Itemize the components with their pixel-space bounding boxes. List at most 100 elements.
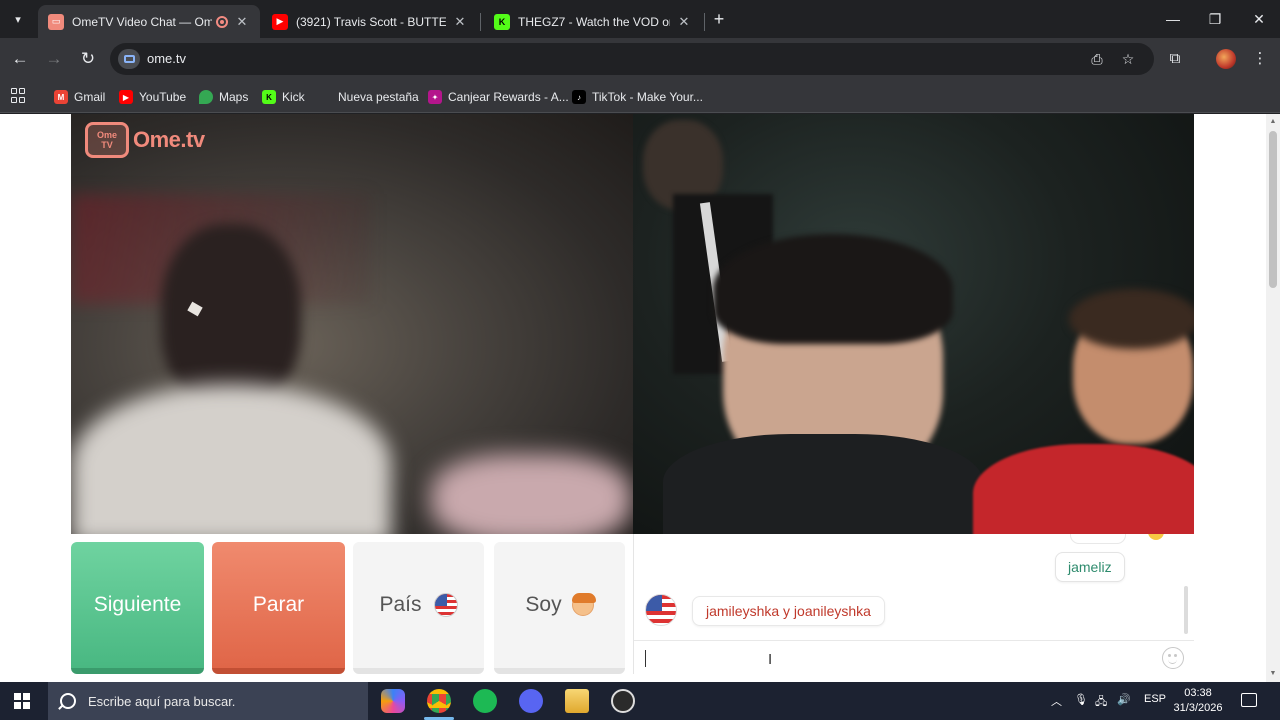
stop-button[interactable]: Parar xyxy=(212,542,345,674)
tv-logo-icon: Ome TV xyxy=(85,122,129,158)
kick-favicon-icon: K xyxy=(494,13,510,30)
chrome-icon[interactable] xyxy=(427,689,451,713)
forward-button[interactable]: → xyxy=(42,47,66,71)
tab-title: THEGZ7 - Watch the VOD on Kick xyxy=(518,14,670,29)
chat-scrollbar[interactable] xyxy=(1184,586,1188,634)
tiktok-icon: ♪ xyxy=(572,90,586,104)
windows-taskbar: Escribe aquí para buscar. ︿ 🎙 🖧 🔊 ESP 03… xyxy=(0,682,1280,720)
scroll-up-icon[interactable]: ▲ xyxy=(1269,118,1277,126)
network-icon[interactable]: 🖧 xyxy=(1095,693,1107,712)
tray-expand-icon[interactable]: ︿ xyxy=(1051,693,1062,709)
clock-time: 03:38 xyxy=(1184,687,1212,699)
clock[interactable]: 03:38 31/3/2026 xyxy=(1170,686,1226,716)
notifications-icon[interactable] xyxy=(1241,693,1257,707)
blank-page-icon xyxy=(318,90,332,104)
gmail-icon: M xyxy=(54,90,68,104)
gender-button-label: Soy xyxy=(525,593,562,616)
url-text: ome.tv xyxy=(147,51,187,66)
chat-input[interactable]: I xyxy=(634,640,1194,674)
maps-pin-icon xyxy=(199,90,213,104)
tab-ometv[interactable]: ▭ OmeTV Video Chat — OmeTV ✕ xyxy=(38,5,260,38)
browser-toolbar: ← → ↻ ome.tv ⎙ ☆ ⧉ ⋮ xyxy=(0,38,1280,80)
text-caret xyxy=(645,650,646,667)
microphone-icon[interactable]: 🎙 xyxy=(1074,693,1088,706)
taskbar-search[interactable]: Escribe aquí para buscar. xyxy=(48,682,368,720)
bookmark-maps[interactable]: Maps xyxy=(199,87,248,107)
scroll-down-icon[interactable]: ▼ xyxy=(1269,670,1277,678)
profile-avatar[interactable] xyxy=(1216,49,1236,69)
text-cursor-icon: I xyxy=(768,651,773,668)
address-bar[interactable]: ome.tv ⎙ ☆ xyxy=(110,43,1154,75)
bookmark-youtube[interactable]: ▶ YouTube xyxy=(119,87,186,107)
logo-badge-top: Ome xyxy=(96,130,117,140)
previous-message-bubble xyxy=(1070,534,1126,544)
page-scrollbar[interactable]: ▲ ▼ xyxy=(1266,114,1280,682)
bookmark-gmail[interactable]: M Gmail xyxy=(54,87,105,107)
next-button-label: Siguiente xyxy=(93,593,182,616)
tab-separator xyxy=(704,13,705,31)
spotify-icon[interactable] xyxy=(473,689,497,713)
rewards-icon: ✦ xyxy=(428,90,442,104)
install-app-icon[interactable]: ⎙ xyxy=(1088,50,1106,68)
gender-button[interactable]: Soy xyxy=(494,542,625,674)
file-explorer-icon[interactable] xyxy=(565,689,589,713)
close-tab-icon[interactable]: ✕ xyxy=(676,14,692,30)
logo-text: Ome.tv xyxy=(133,127,205,152)
ometv-logo: Ome TV Ome.tv xyxy=(85,122,205,158)
next-button[interactable]: Siguiente xyxy=(71,542,204,674)
remote-video xyxy=(633,114,1194,534)
bookmark-label: Canjear Rewards - A... xyxy=(448,90,569,104)
bookmark-label: Nueva pestaña xyxy=(338,90,419,104)
volume-icon[interactable]: 🔊 xyxy=(1117,693,1131,706)
search-placeholder: Escribe aquí para buscar. xyxy=(88,693,236,709)
site-info-icon[interactable] xyxy=(118,49,140,69)
chat-panel: jameliz jamileyshka y joanileyshka I xyxy=(633,534,1194,674)
bookmark-label: Kick xyxy=(282,90,305,104)
country-button-label: País xyxy=(379,593,422,616)
partner-flag-icon xyxy=(645,594,677,626)
copilot-icon[interactable] xyxy=(381,689,405,713)
close-tab-icon[interactable]: ✕ xyxy=(452,14,468,30)
obs-recorder-icon[interactable] xyxy=(611,689,635,713)
bookmark-label: TikTok - Make Your... xyxy=(592,90,703,104)
ometv-favicon-icon: ▭ xyxy=(48,13,64,30)
bookmark-tiktok[interactable]: ♪ TikTok - Make Your... xyxy=(572,87,703,107)
reload-button[interactable]: ↻ xyxy=(76,47,100,71)
apps-grid-icon[interactable] xyxy=(11,88,27,104)
close-tab-icon[interactable]: ✕ xyxy=(234,14,250,30)
youtube-icon: ▶ xyxy=(119,90,133,104)
tab-search-icon[interactable]: ▾ xyxy=(6,7,30,31)
ometv-page: Ome TV Ome.tv Siguiente Parar País Soy j… xyxy=(0,114,1266,682)
bookmark-new-tab[interactable]: Nueva pestaña xyxy=(318,87,419,107)
bookmark-kick[interactable]: K Kick xyxy=(262,87,305,107)
close-window-button[interactable]: ✕ xyxy=(1244,8,1274,30)
scrollbar-thumb[interactable] xyxy=(1269,131,1277,288)
back-button[interactable]: ← xyxy=(8,47,32,71)
us-flag-icon xyxy=(433,593,458,617)
new-tab-button[interactable]: + xyxy=(708,8,730,30)
bookmarks-bar: M Gmail ▶ YouTube Maps K Kick Nueva pest… xyxy=(0,80,1280,113)
tab-separator xyxy=(480,13,481,31)
country-button[interactable]: País xyxy=(353,542,484,674)
discord-icon[interactable] xyxy=(519,689,543,713)
search-icon xyxy=(60,693,76,709)
minimize-button[interactable]: — xyxy=(1158,8,1188,30)
boy-emoji-icon xyxy=(571,593,596,616)
kick-icon: K xyxy=(262,90,276,104)
bookmark-label: Gmail xyxy=(74,90,106,104)
bookmark-star-icon[interactable]: ☆ xyxy=(1119,50,1137,68)
language-indicator[interactable]: ESP xyxy=(1144,693,1166,705)
menu-icon[interactable]: ⋮ xyxy=(1250,49,1270,69)
bookmark-label: Maps xyxy=(219,90,249,104)
tab-title: OmeTV Video Chat — OmeTV xyxy=(72,14,212,29)
emoji-icon xyxy=(1148,534,1164,540)
clock-date: 31/3/2026 xyxy=(1173,702,1223,714)
extensions-icon[interactable]: ⧉ xyxy=(1165,49,1185,69)
bookmark-rewards[interactable]: ✦ Canjear Rewards - A... xyxy=(428,87,569,107)
windows-start-icon[interactable] xyxy=(14,693,30,709)
tab-youtube[interactable]: ▶ (3921) Travis Scott - BUTTERFLY EFFECT… xyxy=(262,5,478,38)
tab-kick[interactable]: K THEGZ7 - Watch the VOD on Kick ✕ xyxy=(484,5,702,38)
restore-button[interactable]: ❐ xyxy=(1200,8,1230,30)
recording-icon xyxy=(216,15,228,28)
emoji-picker-icon[interactable] xyxy=(1162,647,1184,669)
